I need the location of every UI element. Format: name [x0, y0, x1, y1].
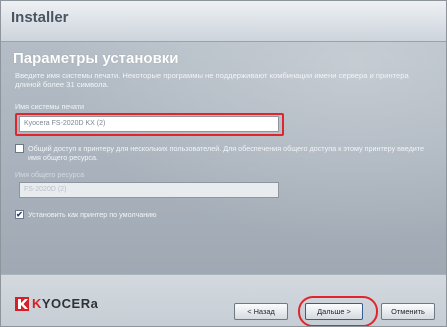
next-button-annotation	[298, 296, 378, 326]
window-title: Installer	[11, 9, 69, 26]
page-description: Введите имя системы печати. Некоторые пр…	[15, 71, 409, 89]
cancel-button[interactable]: Отменить	[381, 303, 435, 320]
title-bar: Installer	[1, 1, 446, 42]
printer-name-annotation	[15, 113, 284, 136]
main-content: Параметры установки Введите имя системы …	[1, 42, 446, 274]
share-checkbox-label: Общий доступ к принтеру для нескольких п…	[28, 144, 424, 162]
page-heading: Параметры установки	[13, 50, 179, 67]
kyocera-logo-text: KYOCERa	[32, 296, 99, 311]
printer-name-label: Имя системы печати	[15, 102, 85, 111]
share-checkbox[interactable]	[15, 144, 24, 153]
share-name-label: Имя общего ресурса	[15, 170, 85, 179]
installer-window: Installer Параметры установки Введите им…	[0, 0, 447, 327]
default-printer-label: Установить как принтер по умолчанию	[28, 210, 157, 219]
footer-bar: KYOCERa < Назад Дальше > Отменить	[1, 274, 446, 326]
back-button[interactable]: < Назад	[234, 303, 288, 320]
default-printer-checkbox[interactable]: ✔	[15, 210, 24, 219]
share-name-input[interactable]: FS-2020D (2)	[19, 182, 279, 198]
kyocera-logo-icon	[15, 297, 29, 311]
